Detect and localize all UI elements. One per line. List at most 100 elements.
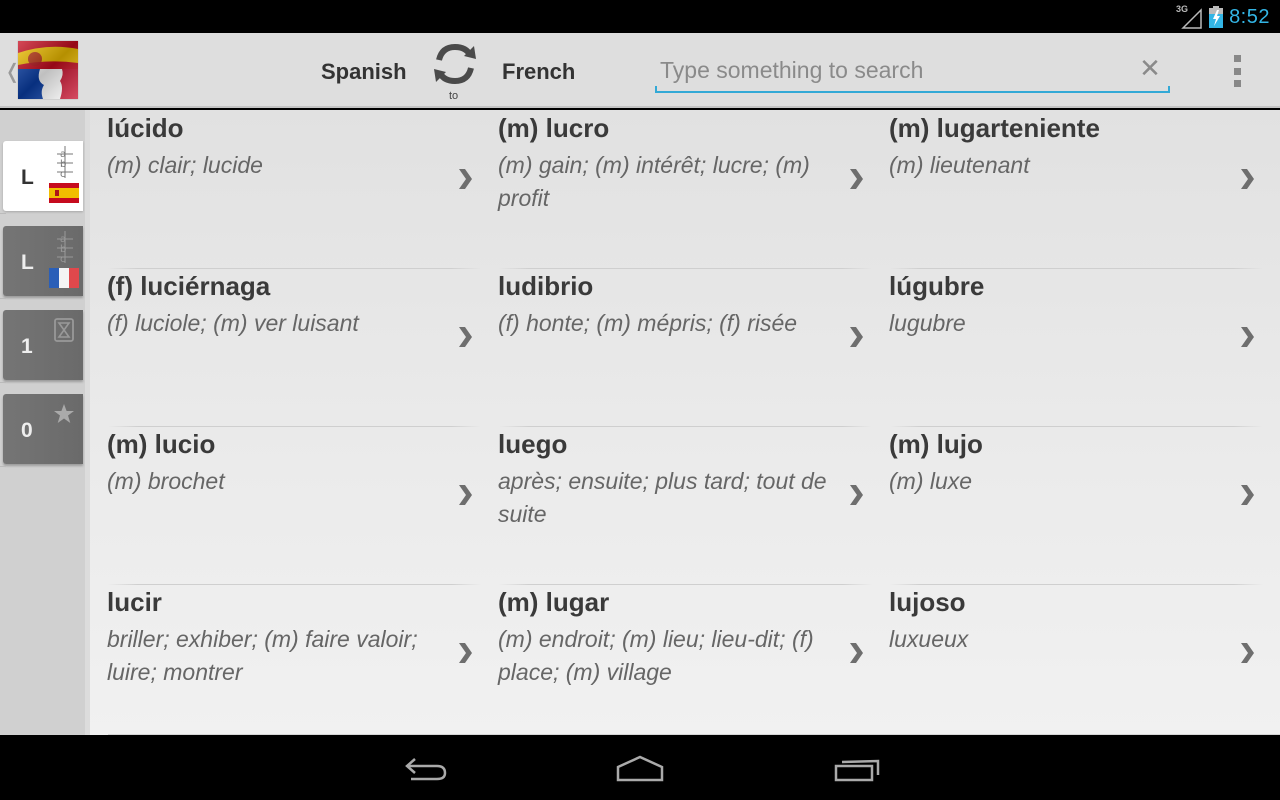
entry-word: luego: [498, 429, 568, 459]
row-divider: [890, 268, 1263, 269]
sidebar-separator: [0, 466, 6, 467]
word-entry[interactable]: luego après; ensuite; plus tard; tout de …: [481, 426, 872, 584]
row-divider: [499, 584, 872, 585]
sidebar-tab-french-index[interactable]: L a b c: [3, 226, 83, 296]
row-divider: [108, 426, 481, 427]
word-entry[interactable]: lúcido (m) clair; lucide: [90, 110, 481, 268]
entry-translation: (f) honte; (m) mépris; (f) risée: [498, 310, 798, 336]
chevron-right-icon: [850, 485, 863, 505]
chevron-right-icon: [850, 327, 863, 347]
clock: 8:52: [1229, 5, 1270, 28]
entry-word: (m) lucio: [107, 429, 216, 459]
recent-apps-icon: [834, 759, 880, 782]
row-divider: [108, 268, 481, 269]
source-language-button[interactable]: Spanish: [321, 59, 407, 85]
row-divider: [890, 584, 1263, 585]
word-entry[interactable]: lúgubre lugubre: [872, 268, 1263, 426]
abc-icon: a b c: [57, 231, 73, 263]
entry-word: lucir: [107, 587, 162, 617]
word-grid: lúcido (m) clair; lucide (m) lucro (m) gain…: [90, 110, 1280, 735]
entry-translation: (m) clair; lucide: [107, 152, 263, 178]
word-entry[interactable]: (m) lujo (m) luxe: [872, 426, 1263, 584]
entry-word: (m) lucro: [498, 113, 610, 143]
app-logo[interactable]: [18, 41, 78, 99]
signal-strength-icon: [1181, 8, 1202, 29]
entry-translation: (m) luxe: [889, 468, 973, 494]
tab-label: L: [21, 251, 34, 274]
chevron-right-icon: [459, 327, 472, 347]
search-box: ✕: [655, 51, 1170, 93]
battery-charging-icon: [1209, 6, 1224, 28]
chevron-right-icon: [1241, 327, 1254, 347]
overflow-menu-icon[interactable]: [1230, 55, 1244, 87]
sidebar-tab-favorites[interactable]: 0: [3, 394, 83, 464]
entry-word: lúgubre: [889, 271, 985, 301]
entry-word: ludibrio: [498, 271, 594, 301]
tab-count: 0: [21, 419, 33, 442]
france-flag-icon: [49, 268, 79, 288]
target-language-button[interactable]: French: [502, 59, 575, 85]
back-button[interactable]: [395, 749, 455, 789]
tab-count: 1: [21, 335, 33, 358]
row-divider: [499, 268, 872, 269]
chevron-right-icon: [850, 169, 863, 189]
entry-word: lujoso: [889, 587, 966, 617]
hourglass-icon: [54, 318, 74, 342]
row-divider: [890, 426, 1263, 427]
row-divider: [499, 426, 872, 427]
word-entry[interactable]: (m) lugar (m) endroit; (m) lieu; lieu-dit…: [481, 584, 872, 742]
swap-arrows-icon: [434, 43, 476, 85]
swap-languages-button[interactable]: [430, 41, 480, 87]
word-entry[interactable]: (m) lucro (m) gain; (m) intérêt; lucre; (…: [481, 110, 872, 268]
entry-word: (f) luciérnaga: [107, 271, 271, 301]
word-entry[interactable]: ludibrio (f) honte; (m) mépris; (f) risée: [481, 268, 872, 426]
word-entry[interactable]: (m) lucio (m) brochet: [90, 426, 481, 584]
sidebar-separator: [0, 213, 6, 214]
entry-word: lúcido: [107, 113, 184, 143]
sidebar-separator: [0, 298, 6, 299]
search-underline: [655, 86, 1170, 93]
word-entry[interactable]: (m) lugarteniente (m) lieutenant: [872, 110, 1263, 268]
tab-label: L: [21, 166, 34, 189]
entry-word: (m) lugar: [498, 587, 610, 617]
chevron-right-icon: [1241, 169, 1254, 189]
entry-translation: (m) lieutenant: [889, 152, 1030, 178]
entry-translation: lugubre: [889, 310, 966, 336]
entry-translation: (f) luciole; (m) ver luisant: [107, 310, 359, 336]
entry-word: (m) lugarteniente: [889, 113, 1100, 143]
word-entry[interactable]: lujoso luxueux: [872, 584, 1263, 742]
word-entry[interactable]: lucir briller; exhiber; (m) faire valoir;…: [90, 584, 481, 742]
spain-flag-icon: [49, 183, 79, 203]
star-icon: [54, 404, 74, 423]
entry-translation: (m) brochet: [107, 468, 225, 494]
close-icon[interactable]: ✕: [1138, 55, 1162, 81]
status-bar: 3G 8:52: [0, 0, 1280, 33]
chevron-right-icon: [459, 169, 472, 189]
direction-label: to: [449, 90, 459, 102]
entry-translation: après; ensuite; plus tard; tout de suite: [498, 468, 827, 527]
home-button[interactable]: [610, 749, 670, 789]
search-input[interactable]: [655, 51, 1125, 89]
chevron-right-icon: [1241, 485, 1254, 505]
action-bar: ❬ Spanish to French ✕: [0, 33, 1280, 108]
entry-translation: luxueux: [889, 626, 969, 652]
entry-translation: (m) gain; (m) intérêt; lucre; (m) profit: [498, 152, 810, 211]
entry-word: (m) lujo: [889, 429, 983, 459]
chevron-right-icon: [850, 643, 863, 663]
sidebar-tab-spanish-index[interactable]: L a b c: [3, 141, 83, 211]
word-entry[interactable]: (f) luciérnaga (f) luciole; (m) ver luisa…: [90, 268, 481, 426]
sidebar-tab-history[interactable]: 1: [3, 310, 83, 380]
home-icon: [616, 755, 664, 782]
navigation-bar: [0, 735, 1280, 800]
chevron-right-icon: [1241, 643, 1254, 663]
sidebar-separator: [0, 382, 6, 383]
back-icon: [405, 758, 447, 781]
spain-france-flag-logo-icon: [18, 41, 78, 99]
abc-icon: a b c: [57, 146, 73, 178]
sidebar: L a b c L a b c 1: [0, 110, 90, 735]
entry-translation: briller; exhiber; (m) faire valoir; luir…: [107, 626, 418, 685]
entry-translation: (m) endroit; (m) lieu; lieu-dit; (f) pla…: [498, 626, 814, 685]
recent-apps-button[interactable]: [828, 749, 888, 789]
chevron-right-icon: [459, 643, 472, 663]
row-divider: [108, 584, 481, 585]
